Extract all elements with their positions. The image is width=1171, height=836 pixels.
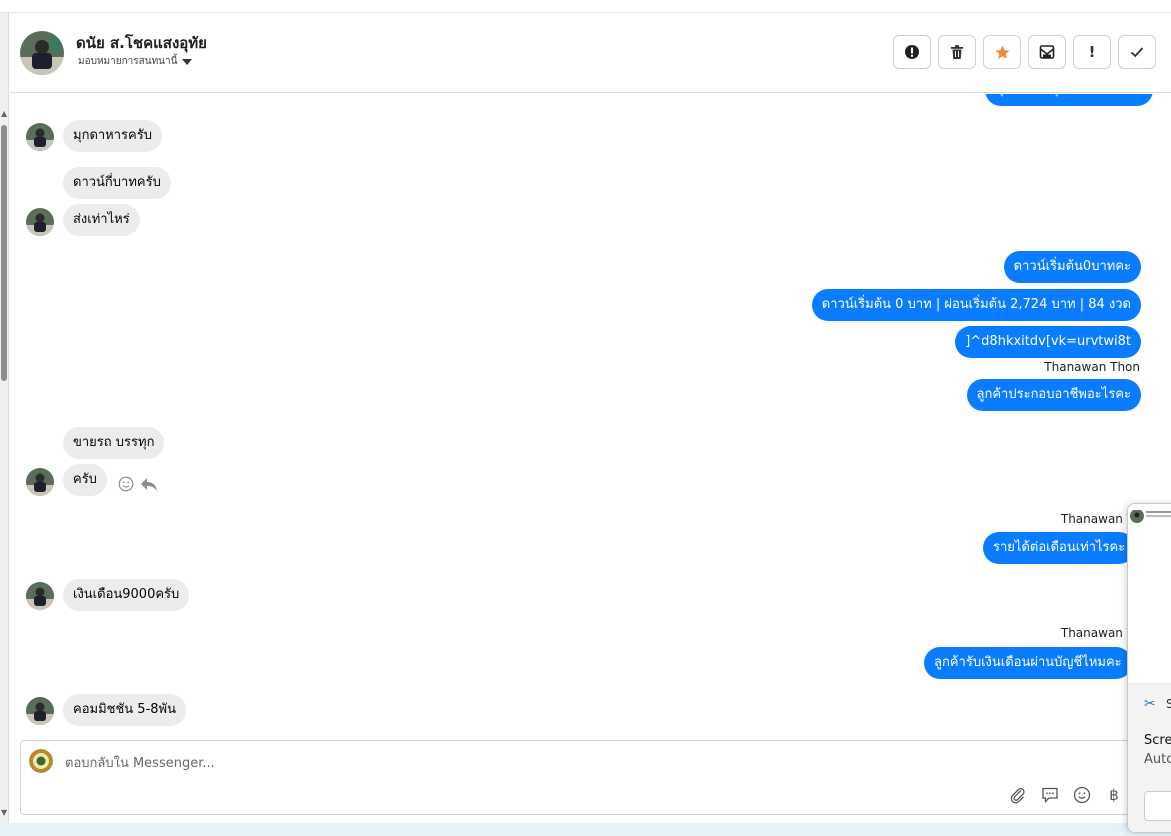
check-icon <box>1130 47 1144 58</box>
notification-app-label: S <box>1166 697 1171 711</box>
assign-conversation-dropdown[interactable]: มอบหมายการสนทนานี้ <box>78 54 193 69</box>
message-bubble-outgoing[interactable]: ดาวน์เริ่มต้น0บาทคะ <box>1003 251 1141 283</box>
mark-done-button[interactable] <box>1118 35 1156 69</box>
scroll-down-icon[interactable]: ▼ <box>1 809 7 817</box>
mark-unread-button[interactable] <box>1028 35 1066 69</box>
reply-composer: ฿ <box>20 740 1135 815</box>
message-bubble-outgoing[interactable]: ลูกค้ารับเงินเดือนผ่านบัญชีไหมคะ <box>924 647 1132 679</box>
report-spam-icon <box>905 45 919 59</box>
emoji-icon <box>1073 786 1091 804</box>
saved-replies-button[interactable] <box>1040 785 1060 805</box>
assign-label: มอบหมายการสนทนานี้ <box>78 56 178 67</box>
comment-icon <box>1042 787 1058 804</box>
preview-avatar <box>1130 509 1144 523</box>
contact-avatar-small <box>26 468 54 496</box>
preview-text-lines <box>1146 511 1171 513</box>
contact-avatar[interactable] <box>20 31 64 75</box>
notification-action-button[interactable] <box>1144 791 1171 821</box>
payment-button[interactable]: ฿ <box>1104 785 1124 805</box>
message-list[interactable]: มุกดาหารทุกอำเภอครับผม มุกดาหารครับ ดาวน… <box>10 94 1171 734</box>
contact-avatar-small <box>26 582 54 610</box>
contact-avatar-small <box>26 697 54 725</box>
contact-name: ดนัย ส.โชคแสงอุทัย <box>76 34 207 52</box>
delete-button[interactable] <box>938 35 976 69</box>
top-border <box>0 0 1171 13</box>
message-bubble-outgoing[interactable]: ลูกค้าประกอบอาชีพอะไรคะ <box>966 379 1141 411</box>
message-bubble-outgoing[interactable]: ]^d8hkxitdv[vk=urvtwi8t <box>955 326 1141 358</box>
message-bubble-incoming[interactable]: ดาวน์กี่บาทครับ <box>63 167 171 199</box>
message-bubble-incoming[interactable]: ขายรถ บรรทุก <box>63 427 165 459</box>
mark-unread-icon <box>1039 45 1055 59</box>
baht-icon: ฿ <box>1109 786 1119 804</box>
reply-input[interactable] <box>65 753 965 773</box>
message-bubble-outgoing[interactable]: มุกดาหารทุกอำเภอครับผม <box>985 94 1153 106</box>
message-actions <box>118 476 158 492</box>
snipping-tool-icon: ✂ <box>1144 696 1156 712</box>
sender-name: Thanawan Thon <box>1044 360 1140 374</box>
emoji-react-icon[interactable] <box>118 476 134 492</box>
header-actions: ! <box>893 35 1156 69</box>
taskbar-strip <box>0 823 1171 836</box>
emoji-button[interactable] <box>1072 785 1092 805</box>
conversation-header: ดนัย ส.โชคแสงอุทัย มอบหมายการสนทนานี้ ! <box>10 13 1171 93</box>
composer-tools: ฿ <box>1008 785 1124 805</box>
notification-preview <box>1128 504 1171 684</box>
contact-avatar-small <box>26 208 54 236</box>
paperclip-icon <box>1010 788 1025 804</box>
star-icon <box>994 44 1010 59</box>
reply-icon[interactable] <box>140 476 158 492</box>
message-bubble-incoming[interactable]: เงินเดือน9000ครับ <box>63 579 190 611</box>
scroll-up-icon[interactable]: ▲ <box>1 110 7 118</box>
trash-icon <box>951 45 963 59</box>
screenshot-notification[interactable]: ✂ S Scre Auto <box>1127 503 1171 833</box>
vertical-scrollbar[interactable]: ▲ ▼ <box>0 13 9 823</box>
message-bubble-outgoing[interactable]: รายได้ต่อเดือนเท่าไรคะ <box>983 532 1136 564</box>
message-bubble-incoming[interactable]: มุกดาหารครับ <box>63 120 162 152</box>
message-bubble-incoming[interactable]: ครับ <box>63 464 107 496</box>
scrollbar-thumb[interactable] <box>1 125 7 381</box>
message-bubble-incoming[interactable]: ส่งเท่าไหร่ <box>63 204 140 236</box>
attach-button[interactable] <box>1008 785 1028 805</box>
report-spam-button[interactable] <box>893 35 931 69</box>
page-avatar <box>29 749 53 773</box>
message-bubble-outgoing[interactable]: ดาวน์เริ่มต้น 0 บาท | ผ่อนเริ่มต้น 2,724… <box>811 289 1141 321</box>
notification-subtitle: Auto <box>1144 752 1171 767</box>
important-button[interactable]: ! <box>1073 35 1111 69</box>
contact-avatar-small <box>26 123 54 151</box>
important-icon: ! <box>1088 43 1096 61</box>
star-button[interactable] <box>983 35 1021 69</box>
notification-title: Scre <box>1144 733 1171 748</box>
chevron-down-icon <box>182 58 193 65</box>
message-bubble-incoming[interactable]: คอมมิชชัน 5-8พัน <box>63 694 186 726</box>
